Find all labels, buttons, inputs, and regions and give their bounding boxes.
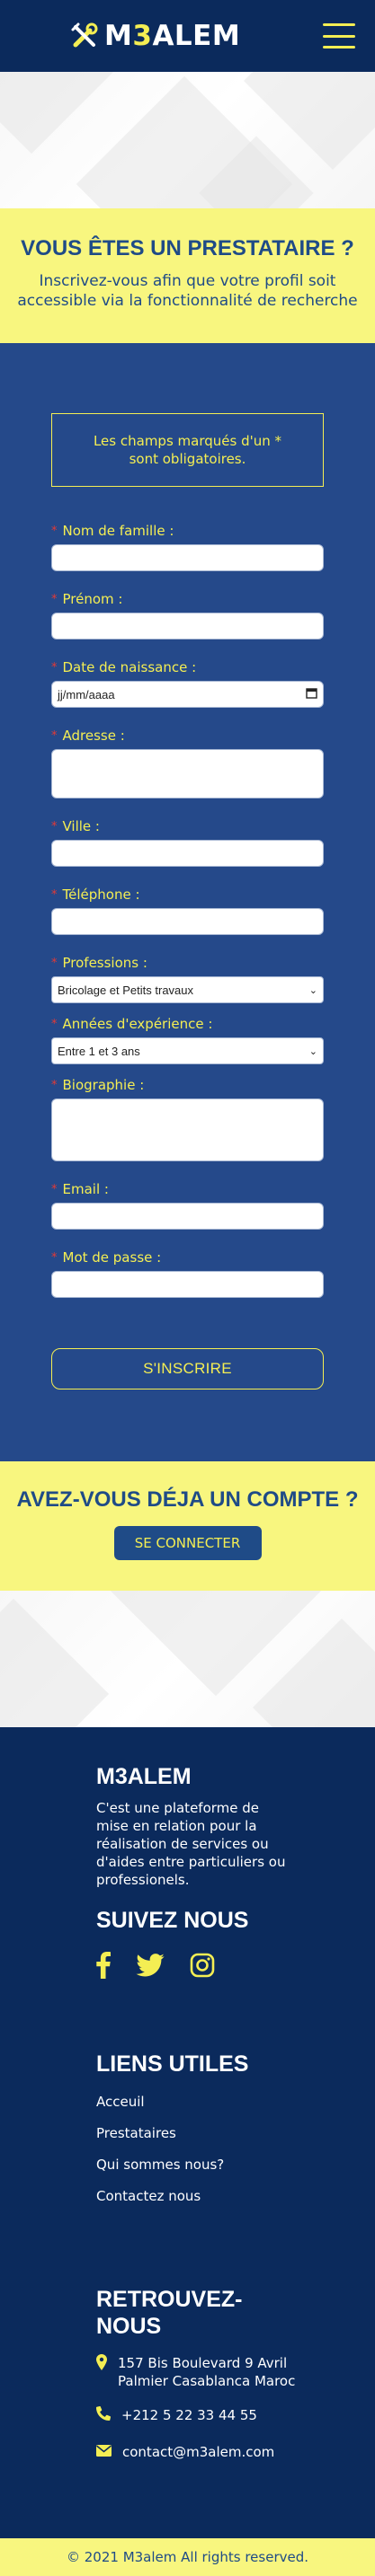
field-email: * Email : [51,1181,324,1230]
logo-text: M3ALEM [104,20,241,52]
city-label: Ville : [62,818,100,834]
required-mark: * [51,660,58,675]
experience-select[interactable]: Entre 1 et 3 ans ⌄ [51,1037,324,1064]
footer: M3ALEM C'est une plateforme de mise en r… [0,1727,375,2576]
field-last-name: * Nom de famille : [51,523,324,571]
professions-label: Professions : [62,955,147,971]
hero-banner [0,72,375,208]
footer-link-contact[interactable]: Contactez nous [96,2181,375,2212]
required-mark: * [51,592,58,606]
footer-link-home[interactable]: Acceuil [96,2086,375,2118]
required-notice: Les champs marqués d'un * sont obligatoi… [51,413,324,487]
footer-address: 157 Bis Boulevard 9 Avril Palmier Casabl… [96,2354,375,2390]
footer-contact-title: RETROUVEZ-NOUS [96,2287,243,2339]
chevron-down-icon: ⌄ [308,1045,317,1057]
footer-phone-text: +212 5 22 33 44 55 [121,2407,257,2423]
address-input[interactable] [51,749,324,798]
first-name-label: Prénom : [62,591,123,607]
field-phone: * Téléphone : [51,887,324,935]
chevron-down-icon: ⌄ [308,984,317,996]
map-pin-icon [96,2354,107,2375]
logo[interactable]: M3ALEM [70,20,240,52]
last-name-input[interactable] [51,544,324,571]
footer-email-text: contact@m3alem.com [122,2444,275,2460]
registration-form: Les champs marqués d'un * sont obligatoi… [0,343,375,1461]
login-prompt-title: AVEZ-VOUS DÉJA UN COMPTE ? [16,1487,359,1512]
address-label: Adresse : [62,728,125,744]
footer-link-about[interactable]: Qui sommes nous? [96,2149,375,2181]
field-professions: * Professions : Bricolage et Petits trava… [51,955,324,1003]
navbar: M3ALEM [0,0,375,72]
field-city: * Ville : [51,818,324,867]
required-mark: * [51,1182,58,1196]
city-input[interactable] [51,840,324,867]
email-input[interactable] [51,1203,324,1230]
login-button[interactable]: SE CONNECTER [113,1526,262,1560]
password-input[interactable] [51,1271,324,1298]
register-subtitle: Inscrivez-vous afin que votre profil soi… [17,272,358,310]
calendar-icon[interactable] [306,687,317,701]
field-experience: * Années d'expérience : Entre 1 et 3 ans … [51,1016,324,1064]
field-address: * Adresse : [51,728,324,798]
footer-email: contact@m3alem.com [96,2443,375,2461]
password-label: Mot de passe : [62,1249,162,1266]
facebook-icon[interactable] [96,1952,111,1982]
birth-date-label: Date de naissance : [62,659,197,675]
birth-date-input[interactable]: jj/mm/aaaa [51,681,324,708]
copyright: © 2021 M3alem All rights reserved. [0,2538,375,2576]
menu-icon[interactable] [323,23,355,49]
last-name-label: Nom de famille : [62,523,174,539]
phone-label: Téléphone : [62,887,140,903]
phone-icon [96,2405,112,2425]
field-password: * Mot de passe : [51,1249,324,1298]
biography-textarea[interactable] [51,1098,324,1161]
required-mark: * [51,524,58,538]
instagram-icon[interactable] [190,1953,215,1981]
biography-label: Biographie : [62,1077,145,1093]
login-prompt: AVEZ-VOUS DÉJA UN COMPTE ? SE CONNECTER [0,1461,375,1591]
phone-input[interactable] [51,908,324,935]
social-links [96,1952,375,1982]
experience-label: Années d'expérience : [62,1016,213,1032]
register-title: VOUS ÊTES UN PRESTATAIRE ? [21,236,354,260]
field-first-name: * Prénom : [51,591,324,640]
email-label: Email : [62,1181,109,1197]
professions-selected: Bricolage et Petits travaux [58,983,194,997]
field-birth-date: * Date de naissance : jj/mm/aaaa [51,659,324,708]
footer-link-providers[interactable]: Prestataires [96,2118,375,2149]
footer-links-title: LIENS UTILES [96,2051,249,2077]
required-mark: * [51,1250,58,1265]
footer-address-text: 157 Bis Boulevard 9 Avril Palmier Casabl… [118,2355,296,2389]
required-mark: * [51,956,58,970]
first-name-input[interactable] [51,613,324,640]
required-mark: * [51,1078,58,1092]
footer-phone: +212 5 22 33 44 55 [96,2405,375,2425]
envelope-icon [96,2443,112,2461]
footer-about-text: C'est une plateforme de mise en relation… [96,1800,286,1888]
footer-links: Acceuil Prestataires Qui sommes nous? Co… [96,2086,375,2212]
required-mark: * [51,819,58,834]
footer-about-title: M3ALEM [96,1764,192,1789]
footer-follow-title: SUIVEZ NOUS [96,1908,249,1933]
required-mark: * [51,728,58,743]
register-button[interactable]: S'INSCRIRE [51,1348,324,1389]
experience-selected: Entre 1 et 3 ans [58,1044,140,1058]
required-mark: * [51,887,58,902]
professions-select[interactable]: Bricolage et Petits travaux ⌄ [51,976,324,1003]
decorative-banner [0,1591,375,1727]
twitter-icon[interactable] [136,1954,165,1981]
register-intro: VOUS ÊTES UN PRESTATAIRE ? Inscrivez-vou… [0,208,375,343]
field-biography: * Biographie : [51,1077,324,1161]
required-mark: * [51,1017,58,1031]
birth-date-placeholder: jj/mm/aaaa [58,687,115,701]
tools-logo-icon [70,22,99,50]
